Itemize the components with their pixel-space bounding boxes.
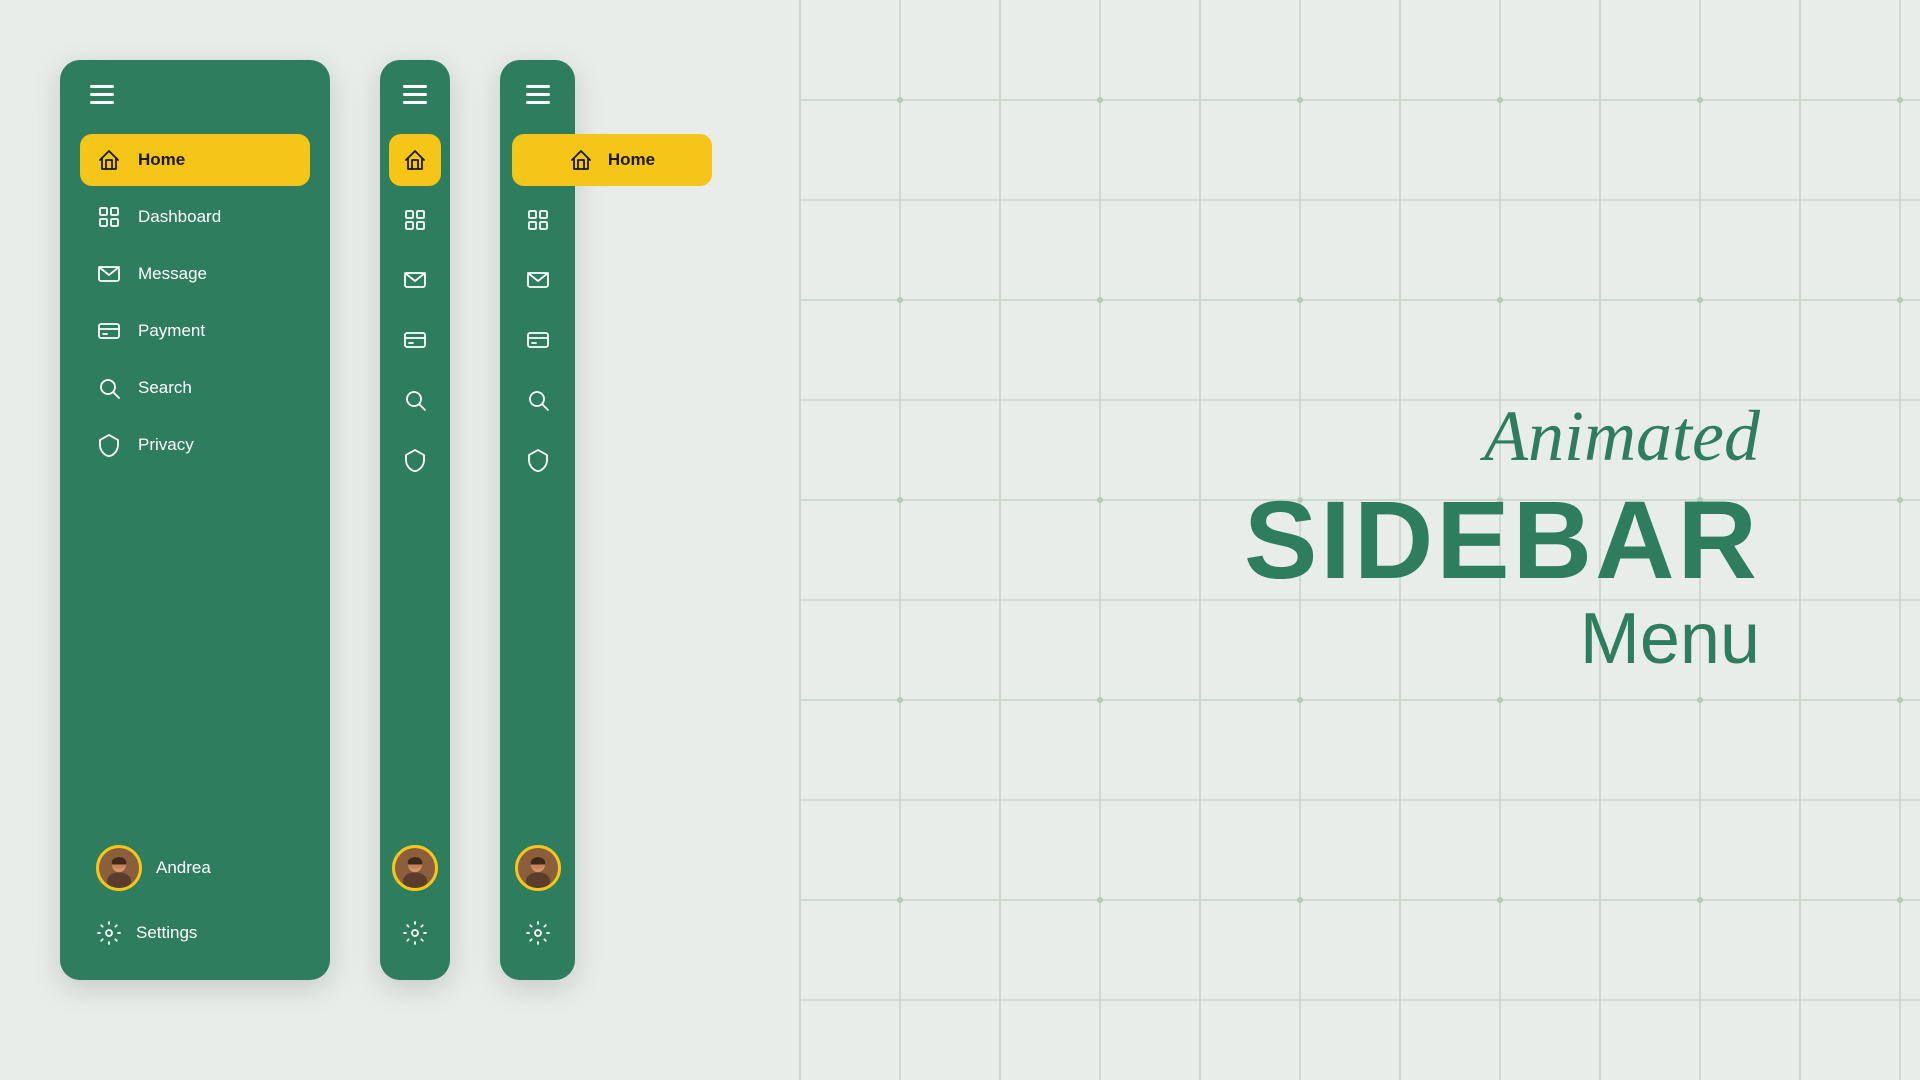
home-icon-3 — [568, 148, 594, 172]
title-menu: Menu — [1244, 596, 1760, 682]
user-name-full: Andrea — [156, 858, 211, 878]
nav-item-search-partial[interactable] — [512, 374, 564, 426]
avatar-icons — [392, 845, 438, 891]
privacy-icon — [96, 433, 122, 457]
nav-item-message-icons[interactable] — [389, 254, 441, 306]
message-icon — [96, 262, 122, 286]
search-icon — [96, 376, 122, 400]
nav-items-icons — [390, 134, 440, 815]
nav-label-message: Message — [138, 264, 207, 284]
user-item-partial[interactable] — [505, 835, 571, 901]
payment-icon-3 — [525, 328, 551, 352]
nav-item-payment-partial[interactable] — [512, 314, 564, 366]
nav-item-dashboard-partial[interactable] — [512, 194, 564, 246]
message-icon-3 — [525, 268, 551, 292]
settings-item-icons[interactable] — [392, 911, 438, 955]
dashboard-icon-3 — [525, 208, 551, 232]
dashboard-icon-2 — [402, 208, 428, 232]
nav-item-privacy-full[interactable]: Privacy — [80, 419, 310, 471]
message-icon-2 — [402, 268, 428, 292]
nav-items-full: Home Dashboard — [80, 134, 310, 815]
nav-label-payment: Payment — [138, 321, 205, 341]
privacy-icon-2 — [402, 448, 428, 472]
payment-icon-2 — [402, 328, 428, 352]
nav-label-search: Search — [138, 378, 192, 398]
nav-item-privacy-icons[interactable] — [389, 434, 441, 486]
title-animated: Animated — [1244, 397, 1760, 476]
payment-icon — [96, 319, 122, 343]
avatar-partial — [515, 845, 561, 891]
nav-item-home-partial-wrapper: Home — [512, 134, 564, 186]
nav-label-home-3: Home — [608, 150, 655, 170]
nav-item-home-partial[interactable]: Home — [512, 134, 712, 186]
home-icon — [96, 148, 122, 172]
dashboard-icon — [96, 205, 122, 229]
nav-label-home: Home — [138, 150, 185, 170]
nav-item-search-full[interactable]: Search — [80, 362, 310, 414]
home-icon-2 — [402, 148, 428, 172]
sidebar-icons — [380, 60, 450, 980]
title-block: Animated SIDEBAR Menu — [1244, 397, 1760, 683]
nav-label-privacy: Privacy — [138, 435, 194, 455]
nav-item-home-icons[interactable] — [389, 134, 441, 186]
nav-item-message-partial[interactable] — [512, 254, 564, 306]
sidebar-bottom-partial — [510, 815, 565, 955]
nav-item-dashboard-icons[interactable] — [389, 194, 441, 246]
hamburger-button-3[interactable] — [526, 85, 550, 104]
user-item-icons[interactable] — [382, 835, 448, 901]
search-icon-2 — [402, 388, 428, 412]
sidebar-bottom-full: Andrea Settings — [80, 815, 310, 955]
sidebar-full: Home Dashboard — [60, 60, 330, 980]
privacy-icon-3 — [525, 448, 551, 472]
hamburger-button-1[interactable] — [90, 85, 114, 104]
sidebar-partial: Home — [500, 60, 575, 980]
nav-item-message-full[interactable]: Message — [80, 248, 310, 300]
content-area: Animated SIDEBAR Menu — [575, 397, 1860, 683]
nav-item-dashboard-full[interactable]: Dashboard — [80, 191, 310, 243]
nav-item-home-full[interactable]: Home — [80, 134, 310, 186]
settings-item-partial[interactable] — [515, 911, 561, 955]
settings-icon-2 — [402, 921, 428, 945]
hamburger-button-2[interactable] — [403, 85, 427, 104]
settings-item-full[interactable]: Settings — [80, 911, 310, 955]
nav-item-search-icons[interactable] — [389, 374, 441, 426]
user-item-full[interactable]: Andrea — [80, 835, 310, 901]
search-icon-3 — [525, 388, 551, 412]
settings-label-full: Settings — [136, 923, 197, 943]
settings-icon-3 — [525, 921, 551, 945]
settings-icon-full — [96, 921, 122, 945]
sidebar-bottom-icons — [390, 815, 440, 955]
nav-items-partial: Home — [510, 134, 565, 815]
sidebars-area: Home Dashboard — [60, 40, 575, 1040]
nav-label-dashboard: Dashboard — [138, 207, 221, 227]
nav-item-payment-icons[interactable] — [389, 314, 441, 366]
nav-item-privacy-partial[interactable] — [512, 434, 564, 486]
avatar-full — [96, 845, 142, 891]
title-sidebar: SIDEBAR — [1244, 486, 1760, 596]
nav-item-payment-full[interactable]: Payment — [80, 305, 310, 357]
main-container: Home Dashboard — [0, 0, 1920, 1080]
